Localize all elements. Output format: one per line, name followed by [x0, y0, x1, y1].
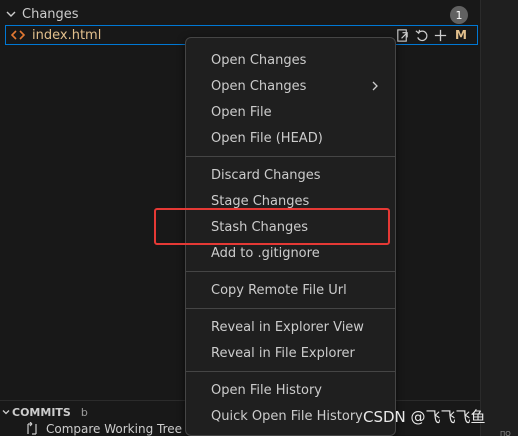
- changes-section-header[interactable]: Changes 1: [0, 3, 480, 25]
- menu-item-reveal-in-explorer-view[interactable]: Reveal in Explorer View: [190, 314, 391, 340]
- context-menu: Open Changes Open Changes Open File Open…: [185, 37, 396, 436]
- menu-label: Open Changes: [211, 78, 307, 94]
- menu-item-copy-remote-file-url[interactable]: Copy Remote File Url: [190, 277, 391, 303]
- menu-label: Stash Changes: [211, 219, 309, 235]
- editor-edge: [480, 0, 518, 436]
- file-name: index.html: [32, 27, 102, 43]
- compare-icon: [24, 422, 40, 436]
- file-actions: M: [394, 26, 467, 44]
- menu-item-stage-changes[interactable]: Stage Changes: [190, 188, 391, 214]
- corner-text: ПО: [500, 430, 511, 436]
- menu-item-open-file[interactable]: Open File: [190, 99, 391, 125]
- commits-section-header[interactable]: COMMITS b: [0, 403, 88, 421]
- menu-item-reveal-in-file-explorer[interactable]: Reveal in File Explorer: [190, 340, 391, 366]
- open-file-icon[interactable]: [394, 27, 410, 43]
- watermark: CSDN @飞飞飞鱼: [363, 408, 486, 426]
- commits-extra-text: b: [80, 405, 88, 419]
- menu-label: Copy Remote File Url: [211, 282, 347, 298]
- vscode-window: Changes 1 index.html M COMMITS b Compare…: [0, 0, 518, 436]
- menu-item-add-to-gitignore[interactable]: Add to .gitignore: [190, 240, 391, 266]
- chevron-down-icon[interactable]: [1, 407, 11, 417]
- menu-label: Add to .gitignore: [211, 245, 320, 261]
- menu-item-open-changes-submenu[interactable]: Open Changes: [190, 73, 391, 99]
- menu-separator: [186, 271, 395, 272]
- menu-label: Reveal in File Explorer: [211, 345, 355, 361]
- menu-item-discard-changes[interactable]: Discard Changes: [190, 162, 391, 188]
- modified-status: M: [455, 28, 467, 42]
- stage-icon[interactable]: [432, 27, 448, 43]
- menu-label: Open Changes: [211, 52, 307, 68]
- menu-separator: [186, 371, 395, 372]
- menu-label: Reveal in Explorer View: [211, 319, 364, 335]
- discard-icon[interactable]: [413, 27, 429, 43]
- menu-label: Open File (HEAD): [211, 130, 323, 146]
- compare-working-tree-label: Compare Working Tree w: [46, 422, 196, 436]
- menu-item-open-file-head[interactable]: Open File (HEAD): [190, 125, 391, 151]
- compare-working-tree-item[interactable]: Compare Working Tree w: [24, 422, 196, 436]
- chevron-down-icon[interactable]: [2, 8, 20, 20]
- changes-title: Changes: [22, 6, 79, 22]
- menu-label: Discard Changes: [211, 167, 321, 183]
- menu-separator: [186, 308, 395, 309]
- menu-separator: [186, 156, 395, 157]
- menu-item-stash-changes[interactable]: Stash Changes: [190, 214, 391, 240]
- commits-title: COMMITS: [12, 405, 71, 419]
- chevron-right-icon: [368, 79, 382, 93]
- menu-label: Quick Open File History: [211, 408, 363, 424]
- changes-count-badge: 1: [450, 6, 468, 24]
- menu-label: Open File: [211, 104, 272, 120]
- menu-item-open-changes[interactable]: Open Changes: [190, 47, 391, 73]
- menu-item-open-file-history[interactable]: Open File History: [190, 377, 391, 403]
- menu-label: Open File History: [211, 382, 322, 398]
- menu-label: Stage Changes: [211, 193, 310, 209]
- menu-item-quick-open-file-history[interactable]: Quick Open File History: [190, 403, 391, 429]
- html-code-icon: [10, 29, 26, 41]
